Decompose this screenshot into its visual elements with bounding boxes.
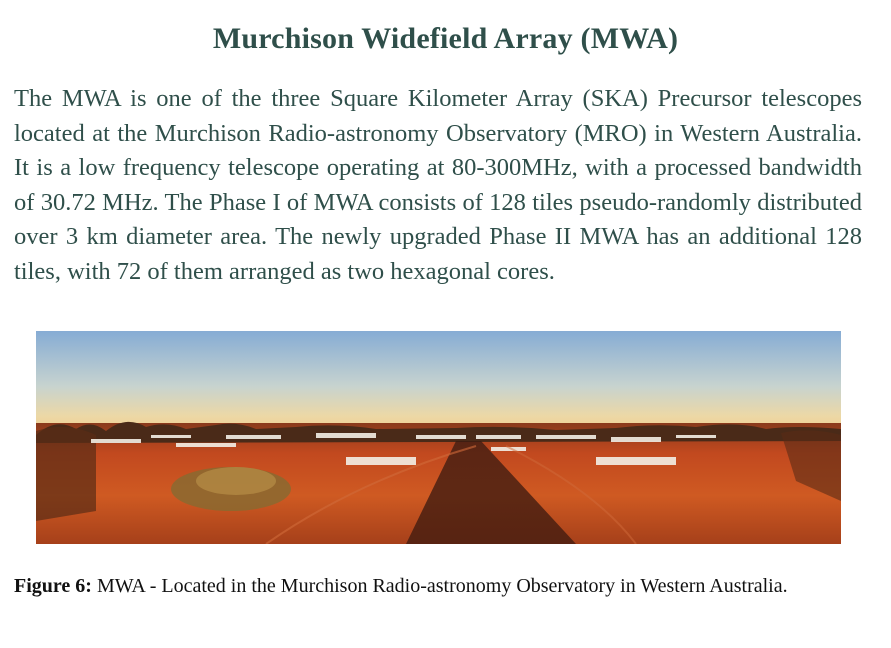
page-title: Murchison Widefield Array (MWA): [212, 22, 679, 55]
figure-caption: Figure 6: MWA - Located in the Murchison…: [14, 573, 862, 600]
figure-label: Figure 6:: [14, 575, 92, 597]
body-paragraph: The MWA is one of the three Square Kilom…: [14, 85, 862, 285]
mwa-photo: [36, 331, 841, 544]
figure-caption-text: MWA - Located in the Murchison Radio-ast…: [96, 575, 788, 597]
